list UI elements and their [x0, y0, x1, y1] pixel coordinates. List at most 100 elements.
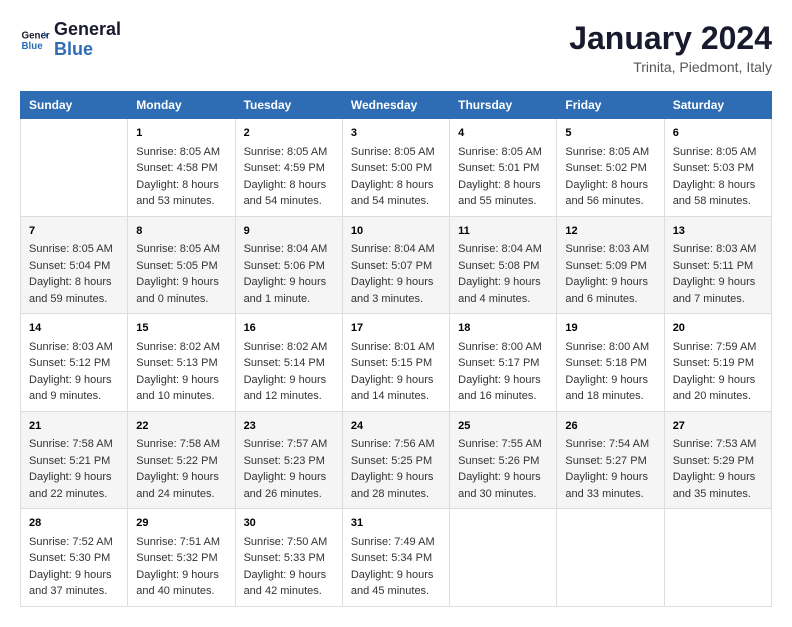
day-number: 4	[458, 125, 548, 142]
header-tuesday: Tuesday	[235, 92, 342, 119]
day-daylight: Daylight: 9 hours and 42 minutes.	[244, 567, 334, 600]
calendar-cell: 29Sunrise: 7:51 AMSunset: 5:32 PMDayligh…	[128, 509, 235, 607]
day-number: 25	[458, 418, 548, 435]
calendar-cell	[664, 509, 771, 607]
day-sunset: Sunset: 5:03 PM	[673, 160, 763, 177]
calendar-cell: 5Sunrise: 8:05 AMSunset: 5:02 PMDaylight…	[557, 119, 664, 217]
calendar-cell: 24Sunrise: 7:56 AMSunset: 5:25 PMDayligh…	[342, 411, 449, 509]
calendar-cell: 8Sunrise: 8:05 AMSunset: 5:05 PMDaylight…	[128, 216, 235, 314]
calendar-cell: 31Sunrise: 7:49 AMSunset: 5:34 PMDayligh…	[342, 509, 449, 607]
day-daylight: Daylight: 9 hours and 18 minutes.	[565, 372, 655, 405]
day-sunrise: Sunrise: 8:02 AM	[244, 339, 334, 356]
day-daylight: Daylight: 9 hours and 12 minutes.	[244, 372, 334, 405]
day-sunset: Sunset: 5:06 PM	[244, 258, 334, 275]
day-sunset: Sunset: 4:59 PM	[244, 160, 334, 177]
day-daylight: Daylight: 9 hours and 26 minutes.	[244, 469, 334, 502]
day-number: 9	[244, 223, 334, 240]
calendar-cell	[450, 509, 557, 607]
day-sunrise: Sunrise: 7:55 AM	[458, 436, 548, 453]
calendar-cell: 15Sunrise: 8:02 AMSunset: 5:13 PMDayligh…	[128, 314, 235, 412]
day-sunset: Sunset: 5:17 PM	[458, 355, 548, 372]
header-thursday: Thursday	[450, 92, 557, 119]
day-daylight: Daylight: 9 hours and 22 minutes.	[29, 469, 119, 502]
calendar-cell: 10Sunrise: 8:04 AMSunset: 5:07 PMDayligh…	[342, 216, 449, 314]
calendar-cell: 7Sunrise: 8:05 AMSunset: 5:04 PMDaylight…	[21, 216, 128, 314]
day-sunset: Sunset: 5:26 PM	[458, 453, 548, 470]
header-sunday: Sunday	[21, 92, 128, 119]
day-daylight: Daylight: 9 hours and 40 minutes.	[136, 567, 226, 600]
day-sunrise: Sunrise: 8:05 AM	[673, 144, 763, 161]
day-sunset: Sunset: 5:29 PM	[673, 453, 763, 470]
day-sunset: Sunset: 5:14 PM	[244, 355, 334, 372]
day-number: 12	[565, 223, 655, 240]
day-sunset: Sunset: 5:00 PM	[351, 160, 441, 177]
calendar-cell: 23Sunrise: 7:57 AMSunset: 5:23 PMDayligh…	[235, 411, 342, 509]
day-sunrise: Sunrise: 8:05 AM	[565, 144, 655, 161]
day-sunrise: Sunrise: 8:05 AM	[244, 144, 334, 161]
day-daylight: Daylight: 9 hours and 9 minutes.	[29, 372, 119, 405]
day-daylight: Daylight: 9 hours and 4 minutes.	[458, 274, 548, 307]
day-number: 24	[351, 418, 441, 435]
day-sunset: Sunset: 5:25 PM	[351, 453, 441, 470]
day-number: 10	[351, 223, 441, 240]
calendar-cell: 9Sunrise: 8:04 AMSunset: 5:06 PMDaylight…	[235, 216, 342, 314]
logo: General Blue General Blue	[20, 20, 121, 60]
calendar-cell: 19Sunrise: 8:00 AMSunset: 5:18 PMDayligh…	[557, 314, 664, 412]
day-number: 18	[458, 320, 548, 337]
calendar-table: SundayMondayTuesdayWednesdayThursdayFrid…	[20, 91, 772, 607]
day-daylight: Daylight: 9 hours and 6 minutes.	[565, 274, 655, 307]
day-sunset: Sunset: 5:05 PM	[136, 258, 226, 275]
calendar-cell: 18Sunrise: 8:00 AMSunset: 5:17 PMDayligh…	[450, 314, 557, 412]
day-sunrise: Sunrise: 7:58 AM	[29, 436, 119, 453]
page-header: General Blue General Blue January 2024 T…	[20, 20, 772, 75]
day-daylight: Daylight: 9 hours and 10 minutes.	[136, 372, 226, 405]
header-friday: Friday	[557, 92, 664, 119]
day-number: 28	[29, 515, 119, 532]
day-sunset: Sunset: 5:09 PM	[565, 258, 655, 275]
day-number: 1	[136, 125, 226, 142]
day-number: 27	[673, 418, 763, 435]
calendar-cell: 6Sunrise: 8:05 AMSunset: 5:03 PMDaylight…	[664, 119, 771, 217]
day-sunset: Sunset: 5:18 PM	[565, 355, 655, 372]
day-sunrise: Sunrise: 8:05 AM	[351, 144, 441, 161]
day-sunrise: Sunrise: 8:04 AM	[244, 241, 334, 258]
day-sunset: Sunset: 5:04 PM	[29, 258, 119, 275]
day-sunset: Sunset: 5:13 PM	[136, 355, 226, 372]
day-sunset: Sunset: 5:27 PM	[565, 453, 655, 470]
day-sunrise: Sunrise: 7:57 AM	[244, 436, 334, 453]
calendar-week-row: 1Sunrise: 8:05 AMSunset: 4:58 PMDaylight…	[21, 119, 772, 217]
day-sunrise: Sunrise: 7:50 AM	[244, 534, 334, 551]
calendar-cell: 30Sunrise: 7:50 AMSunset: 5:33 PMDayligh…	[235, 509, 342, 607]
day-number: 8	[136, 223, 226, 240]
day-number: 11	[458, 223, 548, 240]
calendar-cell: 4Sunrise: 8:05 AMSunset: 5:01 PMDaylight…	[450, 119, 557, 217]
day-sunset: Sunset: 4:58 PM	[136, 160, 226, 177]
day-sunrise: Sunrise: 8:04 AM	[458, 241, 548, 258]
day-daylight: Daylight: 9 hours and 37 minutes.	[29, 567, 119, 600]
day-sunset: Sunset: 5:32 PM	[136, 550, 226, 567]
day-daylight: Daylight: 9 hours and 3 minutes.	[351, 274, 441, 307]
day-sunset: Sunset: 5:15 PM	[351, 355, 441, 372]
day-sunset: Sunset: 5:19 PM	[673, 355, 763, 372]
calendar-cell: 17Sunrise: 8:01 AMSunset: 5:15 PMDayligh…	[342, 314, 449, 412]
day-daylight: Daylight: 9 hours and 16 minutes.	[458, 372, 548, 405]
day-daylight: Daylight: 8 hours and 59 minutes.	[29, 274, 119, 307]
day-number: 3	[351, 125, 441, 142]
day-sunset: Sunset: 5:22 PM	[136, 453, 226, 470]
calendar-cell: 21Sunrise: 7:58 AMSunset: 5:21 PMDayligh…	[21, 411, 128, 509]
day-sunset: Sunset: 5:11 PM	[673, 258, 763, 275]
calendar-cell: 3Sunrise: 8:05 AMSunset: 5:00 PMDaylight…	[342, 119, 449, 217]
day-daylight: Daylight: 9 hours and 20 minutes.	[673, 372, 763, 405]
calendar-cell	[21, 119, 128, 217]
day-number: 17	[351, 320, 441, 337]
day-daylight: Daylight: 9 hours and 30 minutes.	[458, 469, 548, 502]
day-sunrise: Sunrise: 8:03 AM	[29, 339, 119, 356]
calendar-week-row: 14Sunrise: 8:03 AMSunset: 5:12 PMDayligh…	[21, 314, 772, 412]
day-daylight: Daylight: 9 hours and 7 minutes.	[673, 274, 763, 307]
calendar-cell: 11Sunrise: 8:04 AMSunset: 5:08 PMDayligh…	[450, 216, 557, 314]
day-sunrise: Sunrise: 7:56 AM	[351, 436, 441, 453]
calendar-cell	[557, 509, 664, 607]
day-number: 23	[244, 418, 334, 435]
day-daylight: Daylight: 9 hours and 35 minutes.	[673, 469, 763, 502]
header-saturday: Saturday	[664, 92, 771, 119]
